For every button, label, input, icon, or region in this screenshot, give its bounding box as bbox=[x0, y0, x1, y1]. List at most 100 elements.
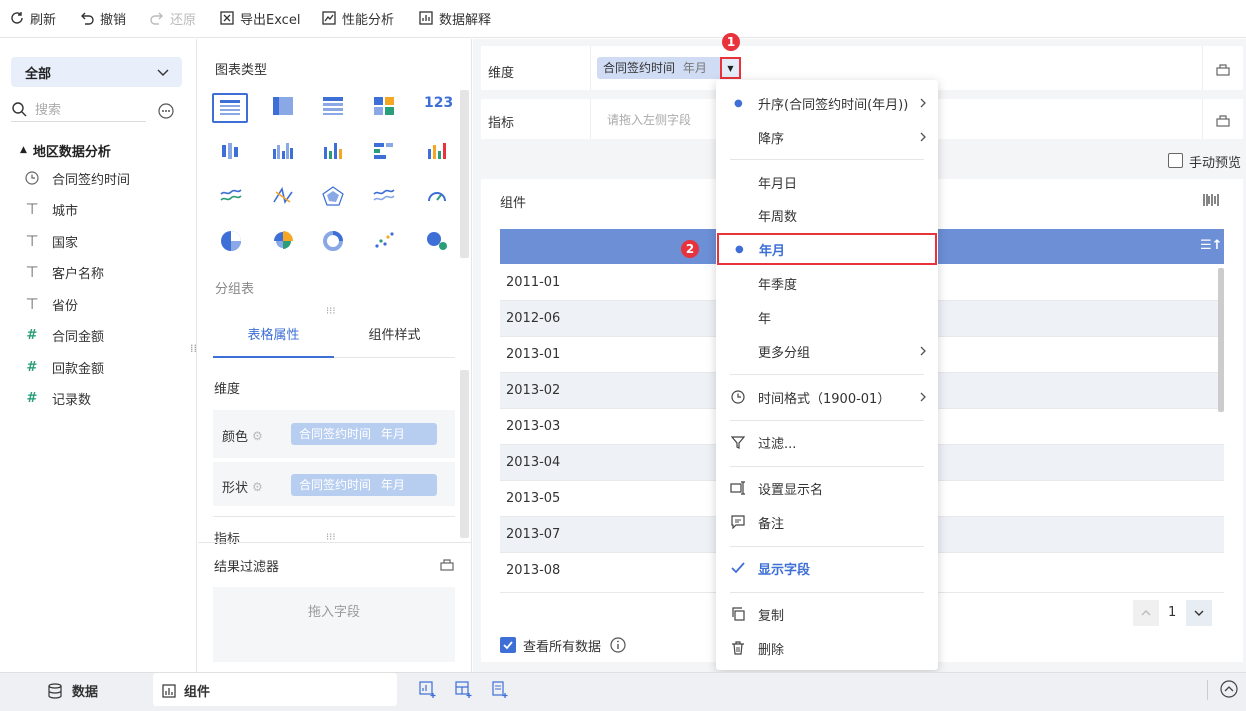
menu-item-ym[interactable]: ● 年月 bbox=[717, 233, 937, 265]
menu-item-time-format[interactable]: 时间格式（1900-01） bbox=[716, 380, 938, 414]
field-item[interactable]: ⊤ 省份 bbox=[24, 289, 78, 319]
menu-item-asc[interactable]: ● 升序(合同签约时间(年月)) bbox=[716, 86, 938, 120]
page-down-button[interactable] bbox=[1186, 600, 1212, 626]
redo-button[interactable]: 还原 bbox=[149, 0, 196, 36]
table-scrollbar[interactable] bbox=[1218, 268, 1224, 412]
scatter-chart-icon[interactable] bbox=[373, 230, 397, 254]
menu-item-show-field[interactable]: 显示字段 bbox=[716, 551, 938, 585]
divider bbox=[590, 46, 591, 90]
kpi-number-icon[interactable]: 123 bbox=[424, 95, 453, 119]
gear-icon[interactable]: ⚙ bbox=[252, 429, 263, 443]
tab-widget[interactable]: 组件 bbox=[162, 681, 210, 700]
all-select[interactable]: 全部 bbox=[11, 57, 182, 87]
field-label: 回款金额 bbox=[52, 361, 105, 377]
menu-item-yweek[interactable]: 年周数 bbox=[716, 198, 938, 232]
radar-line-icon[interactable] bbox=[272, 186, 296, 210]
menu-item-delete[interactable]: 删除 bbox=[716, 631, 938, 665]
collapse-up-icon[interactable] bbox=[1220, 680, 1238, 698]
resize-handle[interactable]: ⁝⁝⁝ bbox=[326, 306, 336, 317]
field-item[interactable]: ⊤ 城市 bbox=[24, 194, 78, 224]
tab-table-props[interactable]: 表格属性 bbox=[213, 318, 334, 358]
shape-field-pill[interactable]: 合同签约时间 年月 bbox=[291, 474, 437, 496]
lock-icon[interactable] bbox=[1215, 112, 1231, 128]
tab-data[interactable]: 数据 bbox=[48, 681, 98, 700]
menu-item-y[interactable]: 年 bbox=[716, 300, 938, 334]
undo-button[interactable]: 撤销 bbox=[79, 0, 126, 36]
menu-item-filter[interactable]: 过滤... bbox=[716, 425, 938, 459]
cross-table-icon[interactable] bbox=[272, 96, 296, 120]
field-item[interactable]: ⊤ 客户名称 bbox=[24, 257, 104, 287]
field-item[interactable]: # 合同金额 bbox=[24, 320, 104, 350]
export-excel-button[interactable]: 导出Excel bbox=[219, 0, 300, 36]
dataset-node[interactable]: ▲ 地区数据分析 bbox=[20, 141, 111, 160]
field-item[interactable]: # 记录数 bbox=[24, 383, 91, 413]
menu-item-set-name[interactable]: 设置显示名 bbox=[716, 471, 938, 505]
horizontal-bar-icon[interactable] bbox=[373, 141, 397, 165]
menu-item-desc[interactable]: 降序 bbox=[716, 120, 938, 154]
multi-chart-icon[interactable] bbox=[373, 96, 397, 120]
pie-chart-icon[interactable] bbox=[220, 230, 244, 254]
indicator-section-label: 指标 bbox=[214, 532, 241, 547]
column-chart-icon[interactable] bbox=[322, 141, 346, 165]
grouped-bar-icon[interactable] bbox=[272, 141, 296, 165]
field-item[interactable]: # 回款金额 bbox=[24, 352, 104, 382]
menu-item-yq[interactable]: 年季度 bbox=[716, 266, 938, 300]
props-scrollbar[interactable] bbox=[460, 370, 469, 538]
menu-label: 升序(合同签约时间(年月)) bbox=[758, 97, 909, 113]
resize-handle[interactable]: ⁞⁞ bbox=[190, 343, 197, 354]
view-all-checkbox[interactable] bbox=[500, 637, 516, 653]
dataset-label: 地区数据分析 bbox=[32, 144, 111, 160]
menu-label: 年月 bbox=[759, 243, 786, 259]
chevron-right-icon bbox=[918, 97, 928, 109]
field-item[interactable]: 合同签约时间 bbox=[24, 163, 130, 193]
field-item[interactable]: ⊤ 国家 bbox=[24, 226, 78, 256]
search-placeholder: 搜索 bbox=[35, 103, 62, 118]
add-dashboard-icon[interactable] bbox=[455, 681, 473, 699]
gauge-icon[interactable] bbox=[426, 186, 450, 210]
menu-item-note[interactable]: 备注 bbox=[716, 505, 938, 539]
group-table-label: 分组表 bbox=[215, 282, 255, 297]
number-field-icon: # bbox=[26, 390, 38, 406]
table-chart-icon[interactable] bbox=[212, 93, 248, 123]
menu-item-more-group[interactable]: 更多分组 bbox=[716, 334, 938, 368]
add-story-icon[interactable] bbox=[491, 681, 509, 699]
chart-type-scrollbar[interactable] bbox=[460, 90, 469, 258]
page-up-button[interactable] bbox=[1133, 600, 1159, 626]
sort-icon[interactable]: ☰↑ bbox=[1200, 238, 1223, 253]
data-explain-button[interactable]: 数据解释 bbox=[418, 0, 491, 36]
refresh-button[interactable]: 刷新 bbox=[9, 0, 56, 36]
lock-icon[interactable] bbox=[1215, 61, 1231, 77]
donut-chart-icon[interactable] bbox=[322, 230, 346, 254]
search-input[interactable]: 搜索 bbox=[11, 96, 146, 122]
line-chart-icon[interactable] bbox=[220, 186, 244, 210]
perf-analysis-button[interactable]: 性能分析 bbox=[321, 0, 394, 36]
tab-widget-style[interactable]: 组件样式 bbox=[334, 318, 455, 358]
chart-type-title: 图表类型 bbox=[215, 63, 268, 78]
search-icon bbox=[11, 101, 27, 117]
manual-preview-checkbox[interactable] bbox=[1168, 153, 1183, 168]
detail-table-icon[interactable] bbox=[322, 96, 346, 120]
info-icon[interactable] bbox=[610, 637, 626, 653]
radar-chart-icon[interactable] bbox=[322, 186, 346, 210]
dimension-dropdown-trigger[interactable]: ▼ bbox=[720, 57, 741, 79]
rose-chart-icon[interactable] bbox=[272, 230, 296, 254]
bubble-chart-icon[interactable] bbox=[426, 230, 450, 254]
menu-item-copy[interactable]: 复制 bbox=[716, 597, 938, 631]
trash-icon bbox=[730, 641, 746, 655]
lock-icon[interactable] bbox=[439, 556, 455, 572]
stacked-column-icon[interactable] bbox=[426, 141, 450, 165]
bar-chart-icon[interactable] bbox=[220, 141, 244, 165]
menu-label: 显示字段 bbox=[758, 562, 811, 578]
color-field-pill[interactable]: 合同签约时间 年月 bbox=[291, 423, 437, 445]
barcode-icon[interactable] bbox=[1202, 192, 1220, 208]
add-widget-icon[interactable] bbox=[419, 681, 437, 699]
indicator-label: 指标 bbox=[488, 116, 515, 131]
area-chart-icon[interactable] bbox=[373, 186, 397, 210]
result-filter-dropzone[interactable]: 拖入字段 bbox=[213, 587, 455, 662]
gear-icon[interactable]: ⚙ bbox=[252, 480, 263, 494]
menu-item-ymd[interactable]: 年月日 bbox=[716, 165, 938, 199]
pill-suffix: 年月 bbox=[380, 478, 405, 492]
manual-preview-label: 手动预览 bbox=[1189, 156, 1242, 171]
indicator-placeholder[interactable]: 请拖入左侧字段 bbox=[607, 111, 691, 128]
more-options-icon[interactable] bbox=[157, 102, 175, 120]
